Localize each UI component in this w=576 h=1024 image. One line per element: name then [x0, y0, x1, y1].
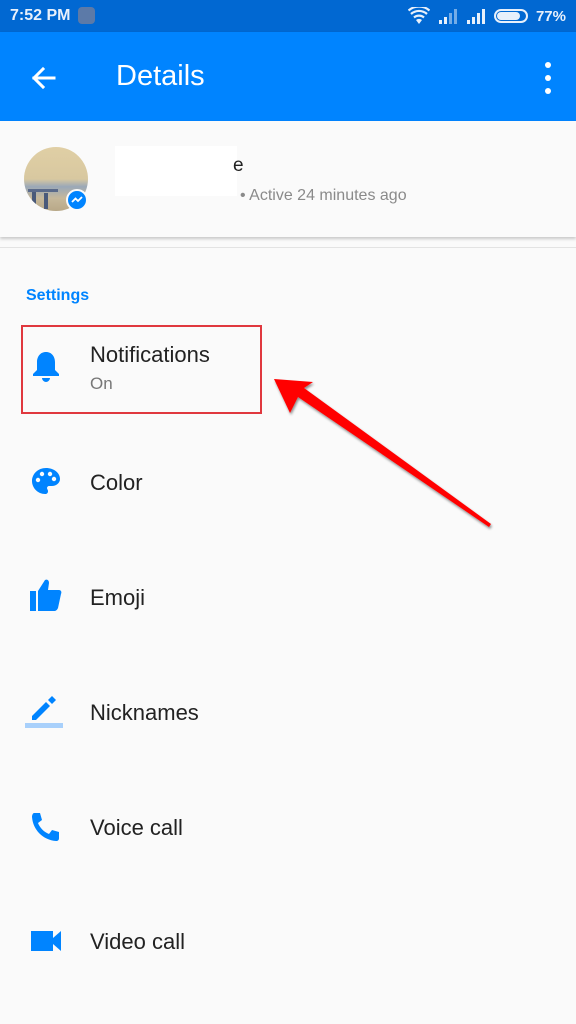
messenger-icon [66, 189, 88, 211]
active-status: • Active 24 minutes ago [240, 187, 407, 204]
more-vert-dot [545, 75, 551, 81]
wifi-icon [407, 7, 430, 24]
app-notification-icon [78, 7, 95, 24]
item-label: Video call [90, 929, 185, 954]
item-label: Voice call [90, 815, 183, 840]
settings-section-title: Settings [26, 287, 90, 304]
app-bar: Details [0, 32, 576, 121]
item-label: Emoji [90, 585, 146, 610]
annotation-arrow [274, 379, 491, 527]
thumbs-up-icon [26, 575, 66, 615]
settings-item-nicknames[interactable]: Nicknames [0, 672, 576, 752]
divider [0, 247, 576, 248]
arrow-left-icon [31, 66, 56, 90]
video-icon [26, 921, 66, 961]
profile-header[interactable]: e • Active 24 minutes ago [0, 121, 576, 237]
battery-icon [493, 9, 528, 23]
palette-icon [26, 462, 66, 502]
page-title: Details [116, 60, 205, 92]
status-bar: 7:52 PM 77% [0, 0, 576, 32]
pencil-icon [24, 688, 64, 728]
status-indicators: 77% [407, 6, 566, 26]
item-label: Color [90, 470, 143, 495]
battery-percent: 77% [535, 7, 566, 25]
settings-item-emoji[interactable]: Emoji [0, 557, 576, 637]
more-options-button[interactable] [542, 62, 554, 94]
signal-icon [438, 9, 457, 24]
more-vert-icon [545, 62, 551, 68]
phone-icon [26, 807, 66, 847]
profile-name: e [233, 155, 244, 176]
annotation-highlight-box [21, 325, 262, 414]
item-label: Nicknames [90, 700, 199, 725]
status-time: 7:52 PM [10, 7, 71, 24]
signal-icon [466, 9, 485, 24]
more-vert-dot [545, 88, 551, 94]
settings-item-voice-call[interactable]: Voice call [0, 787, 576, 867]
back-button[interactable] [26, 60, 62, 96]
settings-item-video-call[interactable]: Video call [0, 901, 576, 981]
profile-name-redacted [115, 146, 237, 196]
